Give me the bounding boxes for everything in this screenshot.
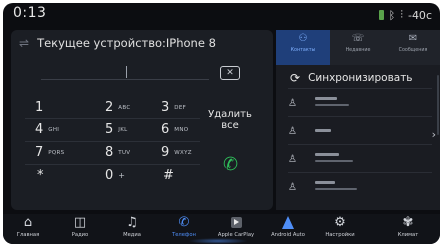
dock-home[interactable]: ⌂ Главная [3,214,53,238]
contact-detail-redacted [315,188,357,190]
tab-contacts[interactable]: ⚇ Контакты [276,30,330,65]
dock-radio[interactable]: ◫ Радио [55,214,105,238]
recent-calls-icon: ☏ [351,33,365,44]
key-5[interactable]: 5 JKL [105,122,159,142]
contact-row[interactable]: ♙ [288,179,428,199]
outside-temperature: -40c [407,8,432,22]
contact-avatar-icon: ♙ [288,182,297,193]
messages-icon: ✉ [408,33,418,44]
contact-name-redacted [315,97,337,100]
list-divider [288,172,432,173]
tab-messages[interactable]: ✉ Сообщения [386,30,440,65]
dock-media[interactable]: ♫ Медиа [107,214,157,238]
key-2[interactable]: 2 ABC [105,100,159,120]
key-0[interactable]: 0 + [105,168,159,188]
contact-row[interactable]: ♙ [288,95,428,115]
active-indicator [188,238,248,244]
key-7[interactable]: 7 PQRS [35,145,89,165]
contacts-panel: ⚇ Контакты ☏ Недавние ✉ Сообщения ⟳ Синх… [276,30,440,210]
contact-avatar-icon: ♙ [288,154,297,165]
key-9[interactable]: 9 WXYZ [161,145,215,165]
contacts-icon: ⚇ [298,33,308,44]
key-1[interactable]: 1 [35,100,89,120]
phone-call-icon: ✆ [223,154,239,175]
backspace-button[interactable]: ✕ [220,66,240,80]
list-divider [288,144,432,145]
contact-name-redacted [315,129,331,132]
signal-icon: ⫶ [400,8,403,21]
contact-avatar-icon: ♙ [288,126,297,137]
contact-name-redacted [315,153,339,156]
music-icon: ♫ [126,215,138,230]
dock-carplay[interactable]: Apple CarPlay [211,214,261,238]
contact-row[interactable]: ♙ [288,123,428,143]
status-icons: ᛒ ⫶ -40c [378,8,432,22]
keypad-divider [25,118,200,119]
dock-settings[interactable]: ⚙ Настройки [315,214,365,238]
android-auto-icon [282,216,294,229]
dock-android-auto[interactable]: Android Auto [263,214,313,238]
list-divider [288,88,432,89]
number-input[interactable] [41,79,209,80]
text-caret [126,66,127,78]
chevron-right-icon[interactable]: › [432,128,436,141]
carplay-icon [230,217,242,228]
key-hash[interactable]: # [163,168,217,188]
current-device-label: Текущее устройство:IPhone 8 [37,36,216,50]
bluetooth-status-icon: ᛒ [388,8,396,22]
contact-detail-redacted [315,104,349,106]
settings-icon: ⚙ [334,215,346,230]
key-star[interactable]: * [37,168,91,188]
delete-all-button[interactable]: Удалить все [204,109,256,131]
dock-climate[interactable]: ✾ Климат [383,214,433,238]
sync-button[interactable]: ⟳ Синхронизировать [290,71,413,85]
bottom-dock: ⌂ Главная ◫ Радио ♫ Медиа ✆ Телефон Appl… [3,214,440,244]
phone-battery-icon [378,10,384,20]
phone-icon: ✆ [178,215,190,230]
radio-icon: ◫ [73,215,87,230]
scrollbar[interactable] [437,75,439,135]
contact-detail-redacted [315,160,353,162]
home-icon: ⌂ [23,215,33,230]
clock: 0:13 [13,5,47,21]
contact-name-redacted [315,181,335,184]
call-button[interactable]: ✆ [223,154,238,175]
contact-avatar-icon: ♙ [288,98,297,109]
dialer-panel: ⇌ Текущее устройство:IPhone 8 ✕ 1 2 ABC 3… [11,30,273,210]
dock-phone[interactable]: ✆ Телефон [159,214,209,238]
head-unit-screen: 0:13 ᛒ ⫶ -40c ⇌ Текущее устройство:IPhon… [3,3,440,244]
key-4[interactable]: 4 GHI [35,122,89,142]
keypad-divider [25,164,200,165]
sync-icon: ⟳ [290,71,301,85]
sync-label: Синхронизировать [308,72,413,84]
status-bar: 0:13 ᛒ ⫶ -40c [3,3,440,25]
backspace-icon: ✕ [226,68,234,78]
tab-recent[interactable]: ☏ Недавние [331,30,385,65]
phone-tabs: ⚇ Контакты ☏ Недавние ✉ Сообщения [276,30,440,65]
contact-row[interactable]: ♙ [288,151,428,171]
keypad-divider [25,141,200,142]
current-device-row: ⇌ Текущее устройство:IPhone 8 [19,36,216,50]
fan-icon: ✾ [402,215,414,230]
temperature-unit: c [425,8,432,22]
list-divider [288,116,432,117]
bluetooth-icon: ⇌ [19,36,30,50]
key-8[interactable]: 8 TUV [105,145,159,165]
